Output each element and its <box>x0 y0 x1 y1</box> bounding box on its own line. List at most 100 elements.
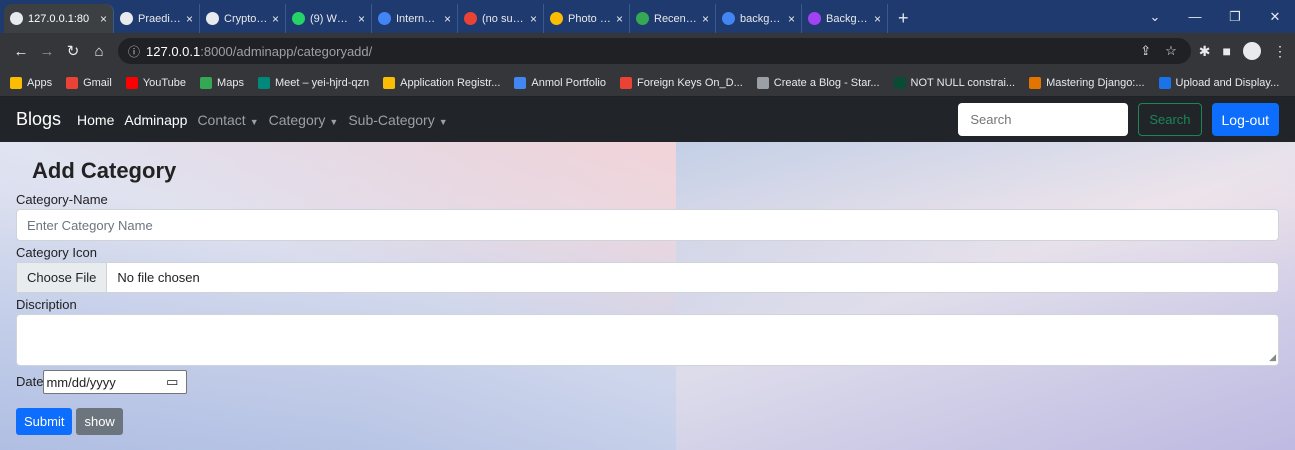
tab-close-icon[interactable]: × <box>874 12 881 26</box>
address-bar: ← → ↻ ⌂ ⓘ 127.0.0.1 :8000/adminapp/categ… <box>0 33 1295 69</box>
bookmark-item[interactable]: Create a Blog - Star... <box>756 76 880 89</box>
new-tab-button[interactable]: + <box>888 4 919 33</box>
resize-grip-icon[interactable]: ◢ <box>1269 352 1276 363</box>
tab-close-icon[interactable]: × <box>444 12 451 26</box>
nav-subcategory-dropdown[interactable]: Sub-Category ▼ <box>348 112 447 128</box>
bookmark-label: Create a Blog - Star... <box>773 76 880 89</box>
nav-contact-label: Contact <box>197 111 246 128</box>
search-button[interactable]: Search <box>1138 103 1202 136</box>
home-icon[interactable]: ⌂ <box>86 43 112 60</box>
navbar-brand[interactable]: Blogs <box>16 109 61 130</box>
show-button[interactable]: show <box>76 408 123 435</box>
maps-icon <box>200 76 213 89</box>
add-category-form: Add Category Category-Name Enter Categor… <box>0 142 1295 435</box>
nav-subcategory-label: Sub-Category <box>348 111 435 128</box>
bookmark-item[interactable]: Upload and Display... <box>1158 76 1279 89</box>
forward-icon[interactable]: → <box>34 43 60 60</box>
sidepanel-icon[interactable]: ■ <box>1223 43 1231 59</box>
browser-tab-label: (no subject <box>482 12 526 25</box>
tab-close-icon[interactable]: × <box>272 12 279 26</box>
search-input[interactable] <box>958 103 1129 136</box>
url-host: 127.0.0.1 <box>146 43 201 59</box>
bookmark-item[interactable]: NOT NULL constrai... <box>893 76 1016 89</box>
bookmark-item[interactable]: Mastering Django:... <box>1029 76 1145 89</box>
menu-kebab-icon[interactable]: ⋮ <box>1273 43 1287 60</box>
browser-tab[interactable]: backgroun × <box>716 4 802 33</box>
profile-avatar[interactable] <box>1243 42 1261 60</box>
browser-tab[interactable]: Internship_ × <box>372 4 458 33</box>
tab-close-icon[interactable]: × <box>788 12 795 26</box>
share-icon[interactable]: ⇪ <box>1140 43 1151 59</box>
browser-tab[interactable]: Praedico-B × <box>114 4 200 33</box>
category-name-placeholder: Enter Category Name <box>27 217 153 233</box>
browser-tab[interactable]: 127.0.0.1:80 × <box>4 4 114 33</box>
submit-button[interactable]: Submit <box>16 408 73 435</box>
date-label: Date <box>16 374 44 389</box>
bookmark-star-icon[interactable]: ☆ <box>1165 43 1177 59</box>
bookmark-item[interactable]: YouTube <box>125 76 186 89</box>
minimize-icon[interactable]: — <box>1175 9 1215 24</box>
apps-grid-icon <box>10 76 22 89</box>
bookmark-item[interactable]: Application Registr... <box>383 76 501 89</box>
url-field[interactable]: ⓘ 127.0.0.1 :8000/adminapp/categoryadd/ … <box>118 38 1191 64</box>
browser-tab[interactable]: (no subject × <box>458 4 544 33</box>
tab-close-icon[interactable]: × <box>616 12 623 26</box>
browser-tab[interactable]: Crypto | Ch × <box>200 4 286 33</box>
browser-tab[interactable]: Photo - Go × <box>544 4 630 33</box>
bookmark-item[interactable]: Gmail <box>66 76 112 89</box>
category-icon-file-input[interactable]: Choose File No file chosen <box>16 262 1279 293</box>
close-window-icon[interactable]: ✕ <box>1255 9 1295 25</box>
description-textarea[interactable]: ◢ <box>16 314 1279 366</box>
browser-tab[interactable]: Backgroun × <box>802 4 888 33</box>
bookmark-label: NOT NULL constrai... <box>910 76 1016 89</box>
nav-adminapp[interactable]: Adminapp <box>124 112 187 128</box>
window-controls: ⌄ — ❐ ✕ <box>1135 0 1295 33</box>
nav-contact-dropdown[interactable]: Contact ▼ <box>197 112 258 128</box>
youtube-icon <box>125 76 138 89</box>
tab-close-icon[interactable]: × <box>186 12 193 26</box>
back-icon[interactable]: ← <box>8 43 34 60</box>
globe-icon <box>206 12 219 25</box>
star-icon <box>808 12 821 25</box>
maximize-icon[interactable]: ❐ <box>1215 9 1255 25</box>
site-info-icon[interactable]: ⓘ <box>128 43 140 60</box>
bookmark-label: Apps <box>27 76 53 89</box>
date-row: Date mm/dd/yyyy ▭ <box>16 370 1279 394</box>
tab-close-icon[interactable]: × <box>100 12 107 26</box>
bookmark-item[interactable]: Apps <box>10 76 53 89</box>
gmail-icon <box>464 12 477 25</box>
nav-category-dropdown[interactable]: Category ▼ <box>269 112 339 128</box>
reload-icon[interactable]: ↻ <box>60 42 86 60</box>
bookmark-item[interactable]: Foreign Keys On_D... <box>619 76 743 89</box>
url-path: :8000/adminapp/categoryadd/ <box>200 43 373 59</box>
bookmark-label: Mastering Django:... <box>1046 76 1145 89</box>
choose-file-button[interactable]: Choose File <box>17 263 108 292</box>
date-input[interactable]: mm/dd/yyyy ▭ <box>43 370 188 394</box>
caret-down-icon: ▼ <box>438 116 448 127</box>
browser-tab-label: Backgroun <box>826 12 870 25</box>
extensions-icon[interactable]: ✱ <box>1199 43 1211 60</box>
bookmark-label: Meet – yei-hjrd-qzn <box>274 76 370 89</box>
tab-search-icon[interactable]: ⌄ <box>1135 9 1175 25</box>
browser-tab-label: Crypto | Ch <box>224 12 268 25</box>
tab-close-icon[interactable]: × <box>702 12 709 26</box>
whatsapp-icon <box>292 12 305 25</box>
browser-tab-label: Praedico-B <box>138 12 182 25</box>
browser-tab[interactable]: (9) WhatsA × <box>286 4 372 33</box>
tab-close-icon[interactable]: × <box>358 12 365 26</box>
calendar-icon[interactable]: ▭ <box>166 374 178 390</box>
bookmarks-bar: Apps Gmail YouTube Maps Meet – yei-hjrd-qzn A… <box>0 69 1295 97</box>
nav-home[interactable]: Home <box>77 112 114 128</box>
bookmark-label: Application Registr... <box>400 76 501 89</box>
browser-tab-label: backgroun <box>740 12 784 25</box>
bookmark-item[interactable]: Anmol Portfolio <box>514 76 606 89</box>
category-name-input[interactable]: Enter Category Name <box>16 209 1279 241</box>
tab-close-icon[interactable]: × <box>530 12 537 26</box>
bookmark-item[interactable]: Maps <box>200 76 244 89</box>
logout-button[interactable]: Log-out <box>1211 103 1279 136</box>
meet-icon <box>257 76 270 89</box>
browser-tab[interactable]: Recent - Go × <box>630 4 716 33</box>
bookmark-label: Foreign Keys On_D... <box>636 76 743 89</box>
bookmark-item[interactable]: Meet – yei-hjrd-qzn <box>257 76 370 89</box>
bookmark-icon <box>383 76 396 89</box>
